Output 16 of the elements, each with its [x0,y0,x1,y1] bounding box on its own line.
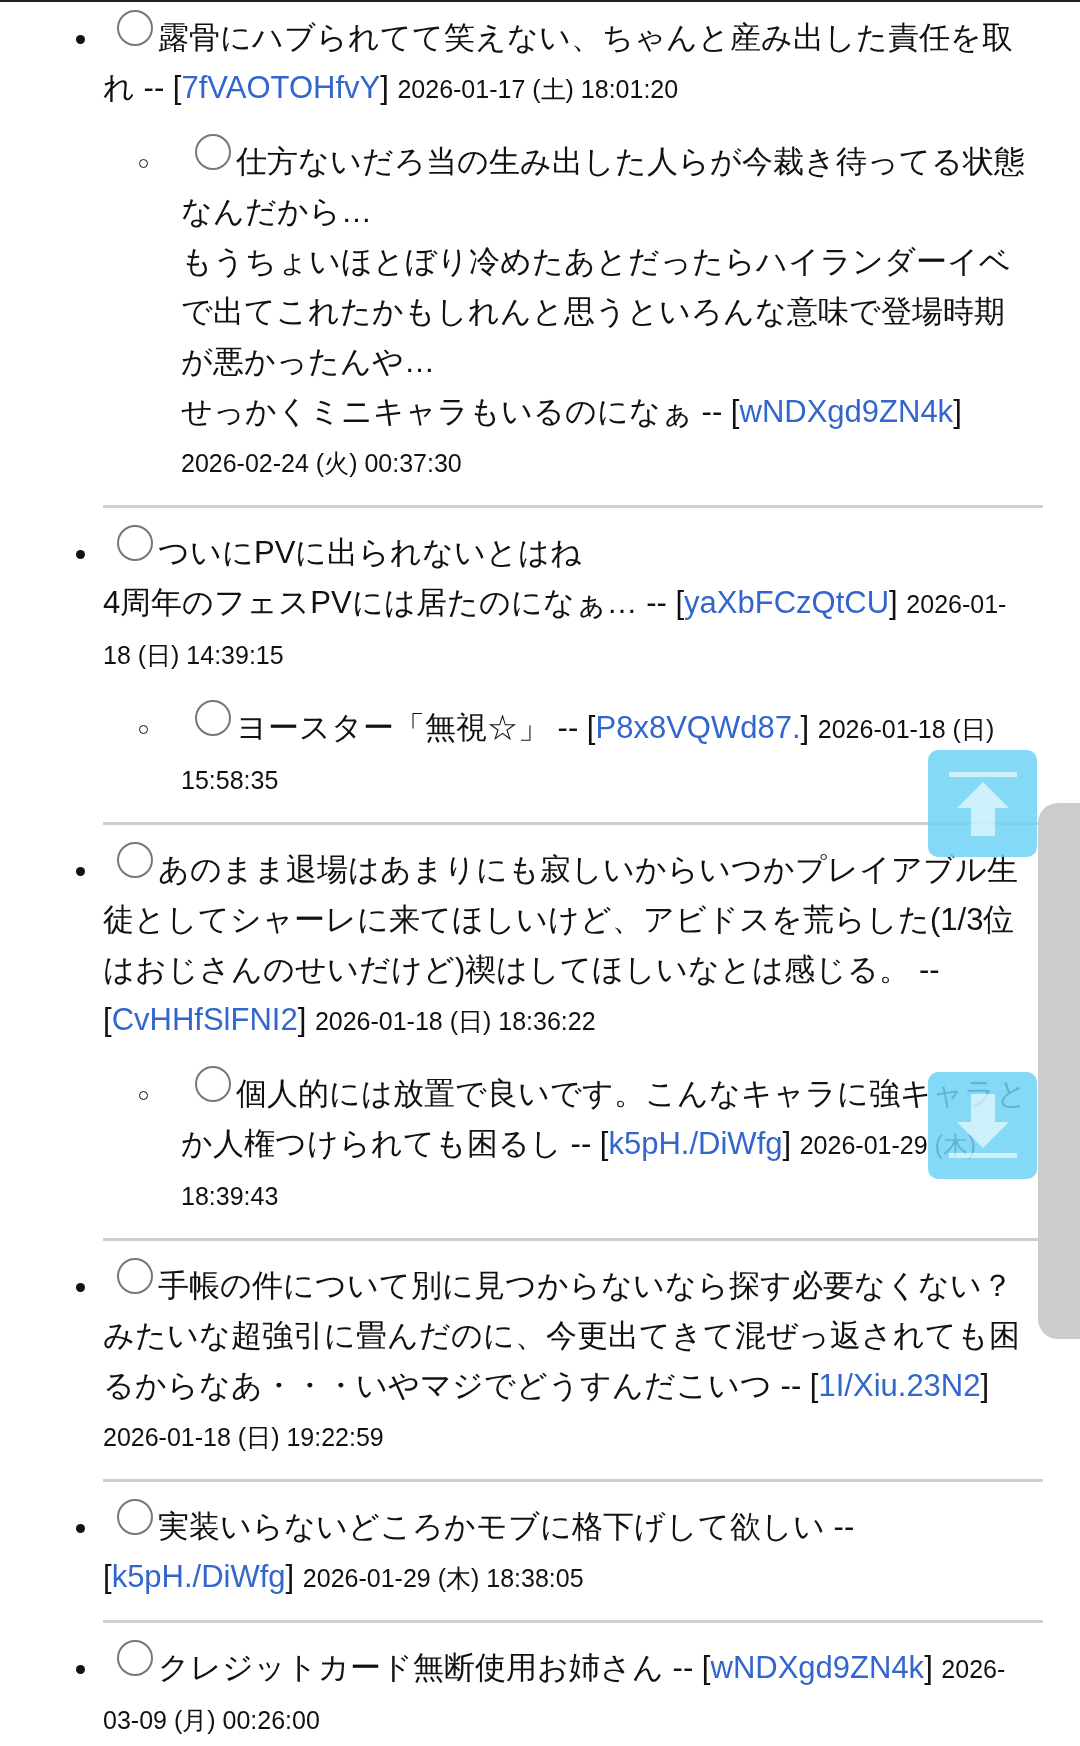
comment-text: あのまま退場はあまりにも寂しいからいつかプレイアブル生徒としてシャーレに来てほしいけど、アビドスを荒らした(1/3位はおじさんのせいだけど)禊はしてほしいなとは感じる。 -- [CvHHfSlFNI2] 2026-01-18 (日) 18:36:22 [103,842,1031,1046]
author-link[interactable]: yaXbFCzQtCU [684,585,890,620]
author-link[interactable]: k5pH./DiWfg [111,1559,286,1594]
author-link[interactable]: k5pH./DiWfg [608,1126,783,1161]
comment-text: 仕方ないだろ当の生み出した人らが今裁き待ってる状態なんだから… もうちょいほとぼり冷めたあとだったらハイランダーイベで出てこれたかもしれんと思うといろんな意味で登場時期が悪かったんや… せっかくミニキャラもいるのになぁ -- [wNDXgd9ZN4k] 2026-02-24 (火) 00:37:30 [181,134,1031,488]
comment-text: クレジットカード無断使用お姉さん -- [wNDXgd9ZN4k] 2026-03-09 (月) 00:26:00 [103,1640,1031,1745]
author-link[interactable]: 7fVAOTOHfvY [181,70,381,105]
author-link[interactable]: wNDXgd9ZN4k [739,394,954,429]
author-link[interactable]: CvHHfSlFNI2 [111,1002,298,1037]
comment-text: 実装いらないどころかモブに格下げして欲しい -- [k5pH./DiWfg] 2026-01-29 (木) 18:38:05 [103,1499,1031,1603]
comment-text: 露骨にハブられてて笑えない、ちゃんと産み出した責任を取れ -- [7fVAOTOHfvY] 2026-01-17 (土) 18:01:20 [103,10,1031,114]
author-link[interactable]: P8x8VQWd87. [595,710,801,745]
comment-text: ついにPVに出られないとはね 4周年のフェスPVには居たのになぁ… -- [yaXbFCzQtCU] 2026-01-18 (日) 14:39:15 [103,525,1031,680]
comment-text: 手帳の件について別に見つからないなら探す必要なくない？みたいな超強引に畳んだのに、今更出てきて混ぜっ返されても困るからなあ・・・いやマジでどうすんだこいつ -- [1I/Xiu.23N2] 2026-01-18 (日) 19:22:59 [103,1258,1031,1462]
author-link[interactable]: wNDXgd9ZN4k [710,1650,925,1685]
author-link[interactable]: 1I/Xiu.23N2 [818,1368,981,1403]
